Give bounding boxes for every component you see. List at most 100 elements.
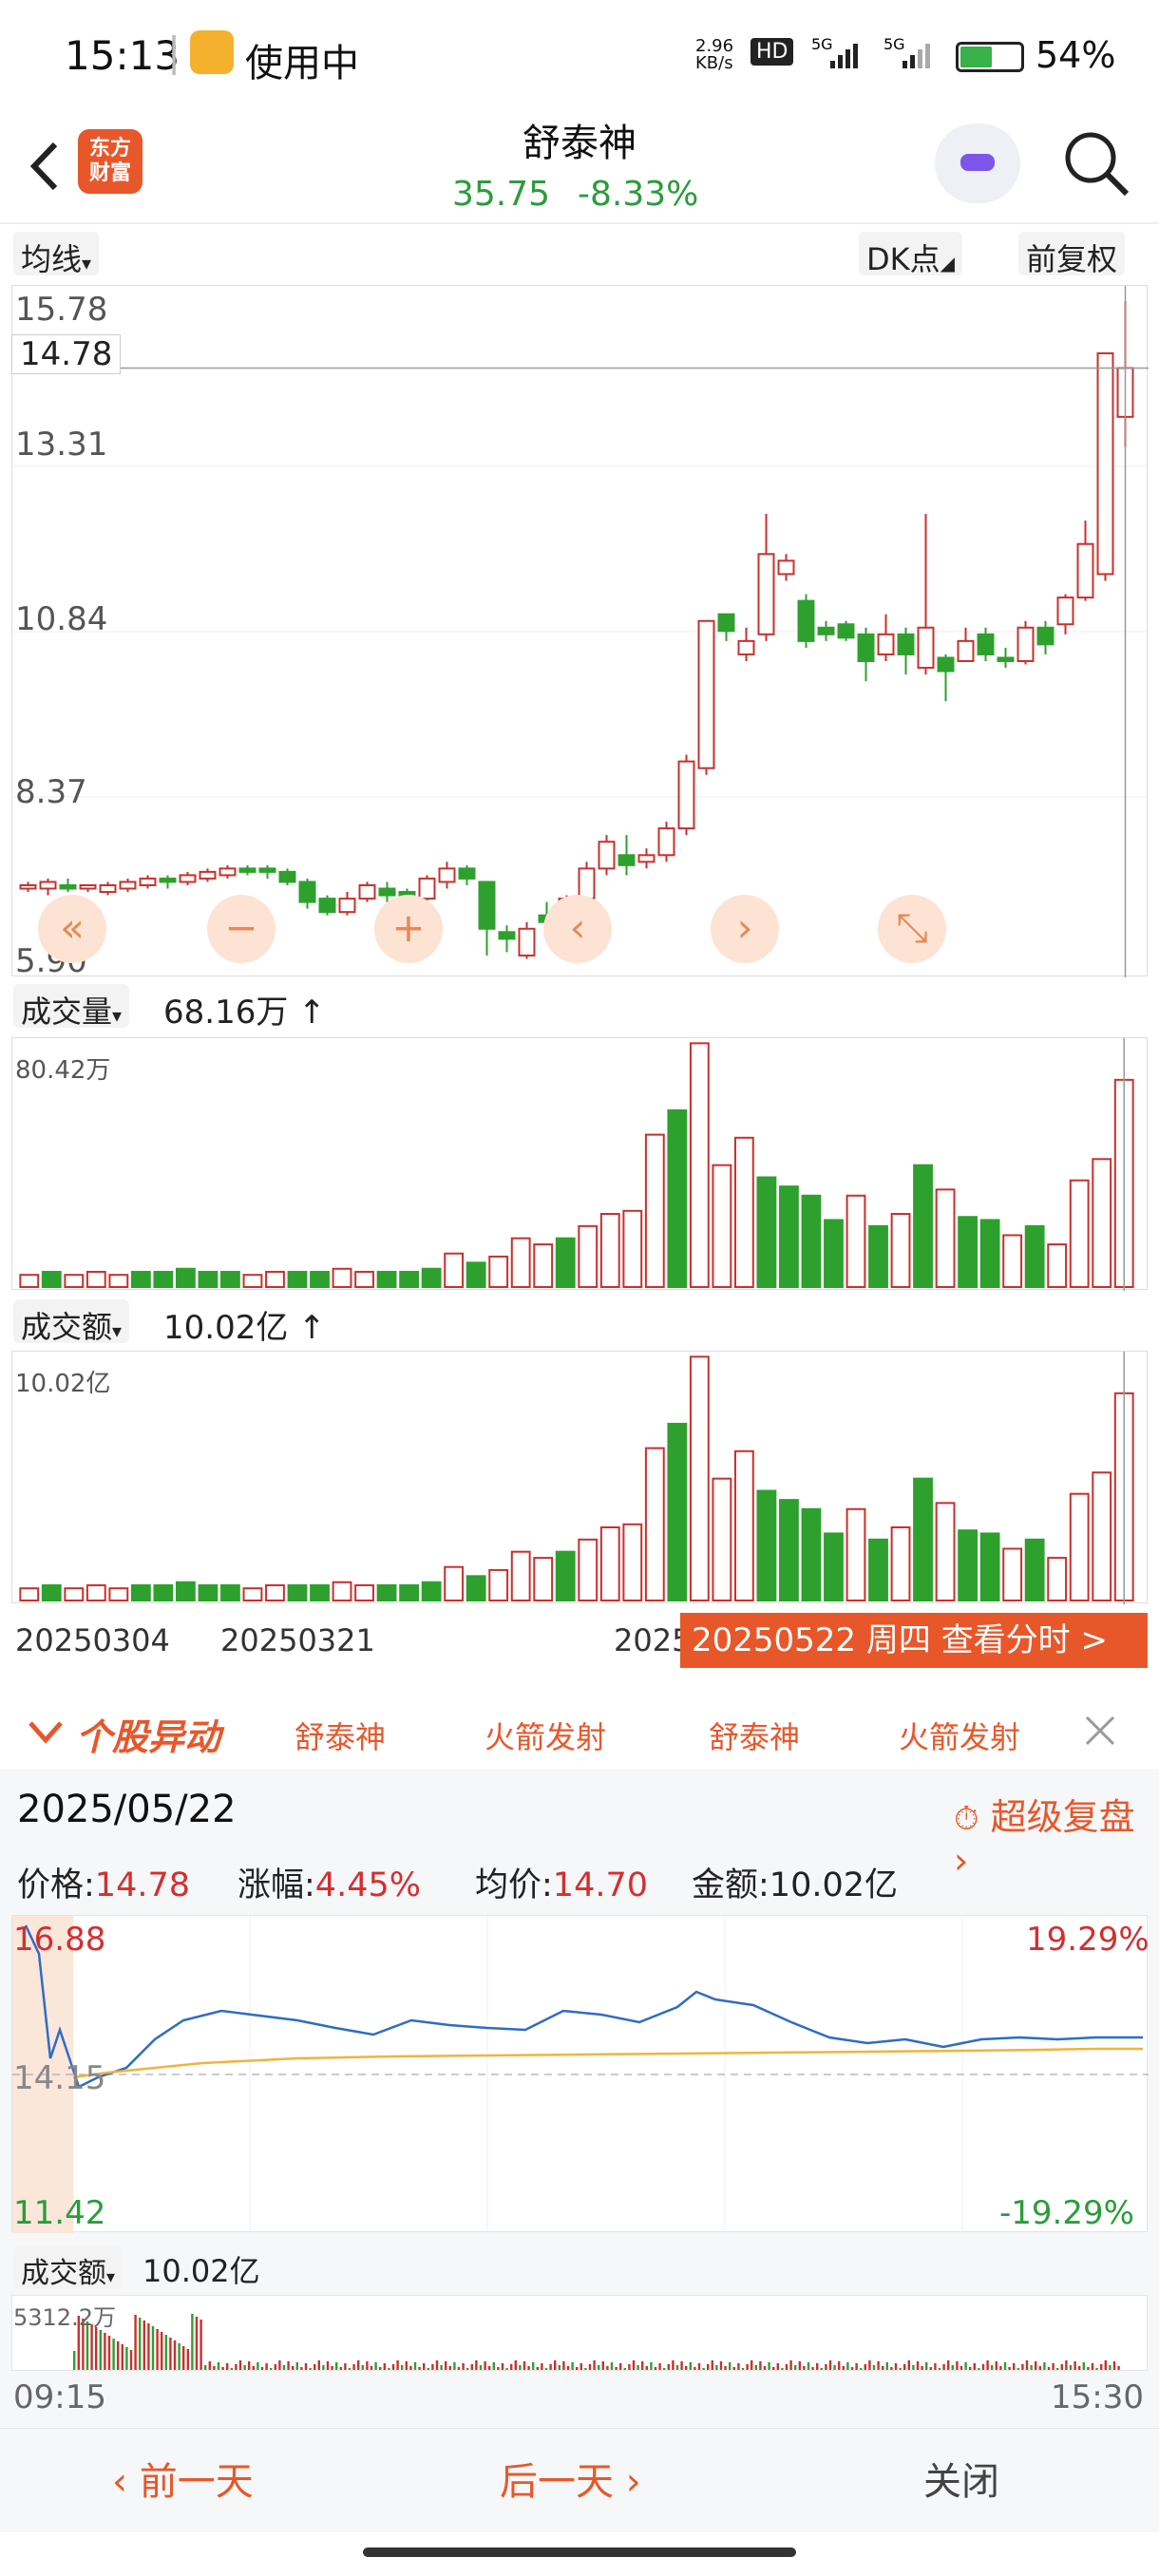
scroll-left-button[interactable]: « xyxy=(38,895,106,963)
intraday-vol-bar xyxy=(287,2361,290,2370)
intraday-vol-bar xyxy=(1013,2363,1016,2370)
intraday-vol-bar xyxy=(741,2368,745,2370)
volume-bar xyxy=(846,1194,866,1288)
intraday-vol-bar xyxy=(689,2362,692,2370)
intraday-vol-bar xyxy=(270,2368,273,2370)
intraday-vol-bar xyxy=(431,2364,434,2370)
intraday-vol-bar xyxy=(1060,2364,1063,2370)
intraday-vol-bar xyxy=(213,2366,216,2370)
intraday-vol-bar xyxy=(200,2320,202,2370)
intraday-vol-bar xyxy=(151,2326,155,2370)
intraday-vol-bar xyxy=(654,2367,657,2370)
intraday-vol-bar xyxy=(317,2360,320,2370)
intraday-vol-bar xyxy=(1074,2361,1076,2370)
ma-selector[interactable]: 均线▾ xyxy=(13,232,100,277)
intraday-vol-bar xyxy=(1025,2360,1029,2370)
zoom-out-button[interactable]: − xyxy=(207,895,276,963)
intraday-vol-bar xyxy=(964,2362,967,2370)
volume-bar xyxy=(444,1252,465,1288)
candle xyxy=(278,868,296,885)
volume-bar xyxy=(1047,1557,1068,1601)
intraday-vol-bar xyxy=(514,2360,517,2370)
intraday-vol-bar xyxy=(391,2364,395,2370)
chevron-down-icon[interactable] xyxy=(27,1717,65,1746)
intraday-vol-bar xyxy=(750,2360,753,2370)
volume-bar xyxy=(599,1526,620,1601)
intraday-vol-bar xyxy=(488,2366,491,2370)
abnormal-item-1[interactable]: 舒泰神 xyxy=(294,1714,386,1757)
next-day-button[interactable]: 后一天 › xyxy=(500,2451,641,2506)
assistant-robot-icon[interactable] xyxy=(935,123,1020,203)
intraday-vol-bar xyxy=(807,2362,810,2370)
volume-bar xyxy=(733,1136,754,1289)
intraday-vol-bar xyxy=(178,2343,180,2370)
intraday-vol-bar xyxy=(532,2362,535,2370)
fullscreen-button[interactable]: ⤡ xyxy=(878,895,946,963)
volume-bar xyxy=(220,1583,240,1601)
turnover-selector[interactable]: 成交额▾ xyxy=(13,1299,130,1345)
intraday-vol-bar xyxy=(139,2318,142,2370)
candle xyxy=(478,881,496,956)
intraday-vol-bar xyxy=(1100,2364,1103,2370)
view-intraday-button[interactable]: 20250522 周四 查看分时 > xyxy=(680,1613,1148,1668)
volume-value: 68.16万 ↑ xyxy=(163,994,326,1032)
x-date-2: 20250321 xyxy=(220,1622,375,1658)
intraday-vol-bar xyxy=(969,2367,972,2370)
intraday-vol-bar xyxy=(960,2366,963,2370)
intraday-vol-bar xyxy=(541,2363,543,2370)
volume-bar xyxy=(41,1583,62,1601)
intraday-vol-bar xyxy=(462,2363,465,2370)
intraday-vol-bar xyxy=(772,2367,775,2370)
kline-chart[interactable] xyxy=(11,285,1149,977)
volume-bar xyxy=(86,1270,106,1288)
volume-bar xyxy=(376,1270,397,1288)
abnormal-item-4[interactable]: 火箭发射 xyxy=(899,1714,1020,1757)
dk-point-selector[interactable]: DK点◢ xyxy=(859,232,963,277)
volume-bar xyxy=(130,1270,151,1288)
abnormal-item-2[interactable]: 火箭发射 xyxy=(484,1714,606,1757)
volume-bar xyxy=(86,1583,106,1601)
prev-day-button[interactable]: ‹ 前一天 xyxy=(112,2451,254,2506)
close-button[interactable]: 关闭 xyxy=(923,2451,999,2506)
candle xyxy=(218,864,237,879)
search-icon[interactable] xyxy=(1060,127,1132,199)
candle xyxy=(139,875,157,889)
intraday-chart[interactable] xyxy=(11,1915,1149,2233)
intraday-vol-bar xyxy=(121,2344,124,2370)
intraday-vol-bar xyxy=(833,2365,836,2370)
intraday-vol-selector[interactable]: 成交额▾ xyxy=(13,2245,124,2290)
intraday-vol-bar xyxy=(947,2360,950,2370)
volume-bar xyxy=(64,1274,85,1289)
intraday-vol-bar xyxy=(383,2363,386,2370)
intraday-vol-bar xyxy=(680,2361,683,2370)
volume-selector[interactable]: 成交量▾ xyxy=(13,984,130,1030)
intraday-vol-bar xyxy=(1038,2366,1041,2370)
step-right-button[interactable]: › xyxy=(711,895,779,963)
volume-bar xyxy=(19,1587,40,1602)
super-replay-link[interactable]: ⏱ 超级复盘 › xyxy=(954,1788,1159,1882)
candle xyxy=(637,848,656,869)
adjust-selector[interactable]: 前复权 xyxy=(1018,232,1126,277)
volume-bar xyxy=(1024,1224,1045,1288)
intraday-vol-bar xyxy=(601,2361,604,2370)
volume-bar xyxy=(108,1274,129,1289)
intraday-vol-bar xyxy=(243,2365,246,2370)
intraday-vol-bar xyxy=(1078,2366,1081,2370)
volume-bar xyxy=(733,1449,754,1602)
back-icon[interactable] xyxy=(21,133,68,199)
intraday-vol-bar xyxy=(226,2363,229,2370)
intraday-vol-bar xyxy=(147,2323,150,2370)
candle xyxy=(338,892,356,916)
close-icon[interactable] xyxy=(1083,1714,1117,1748)
intraday-vol-bar xyxy=(855,2363,858,2370)
candle xyxy=(39,878,57,896)
abnormal-item-3[interactable]: 舒泰神 xyxy=(709,1714,800,1757)
intraday-vol-bar xyxy=(292,2366,294,2370)
intraday-vol-bar xyxy=(916,2361,920,2370)
zoom-in-button[interactable]: + xyxy=(374,895,443,963)
step-left-button[interactable]: ‹ xyxy=(543,895,612,963)
candle xyxy=(977,627,995,661)
intraday-vol-bar xyxy=(588,2364,592,2370)
intraday-vol-bar xyxy=(1069,2365,1073,2370)
intraday-vol-bar xyxy=(331,2366,333,2370)
